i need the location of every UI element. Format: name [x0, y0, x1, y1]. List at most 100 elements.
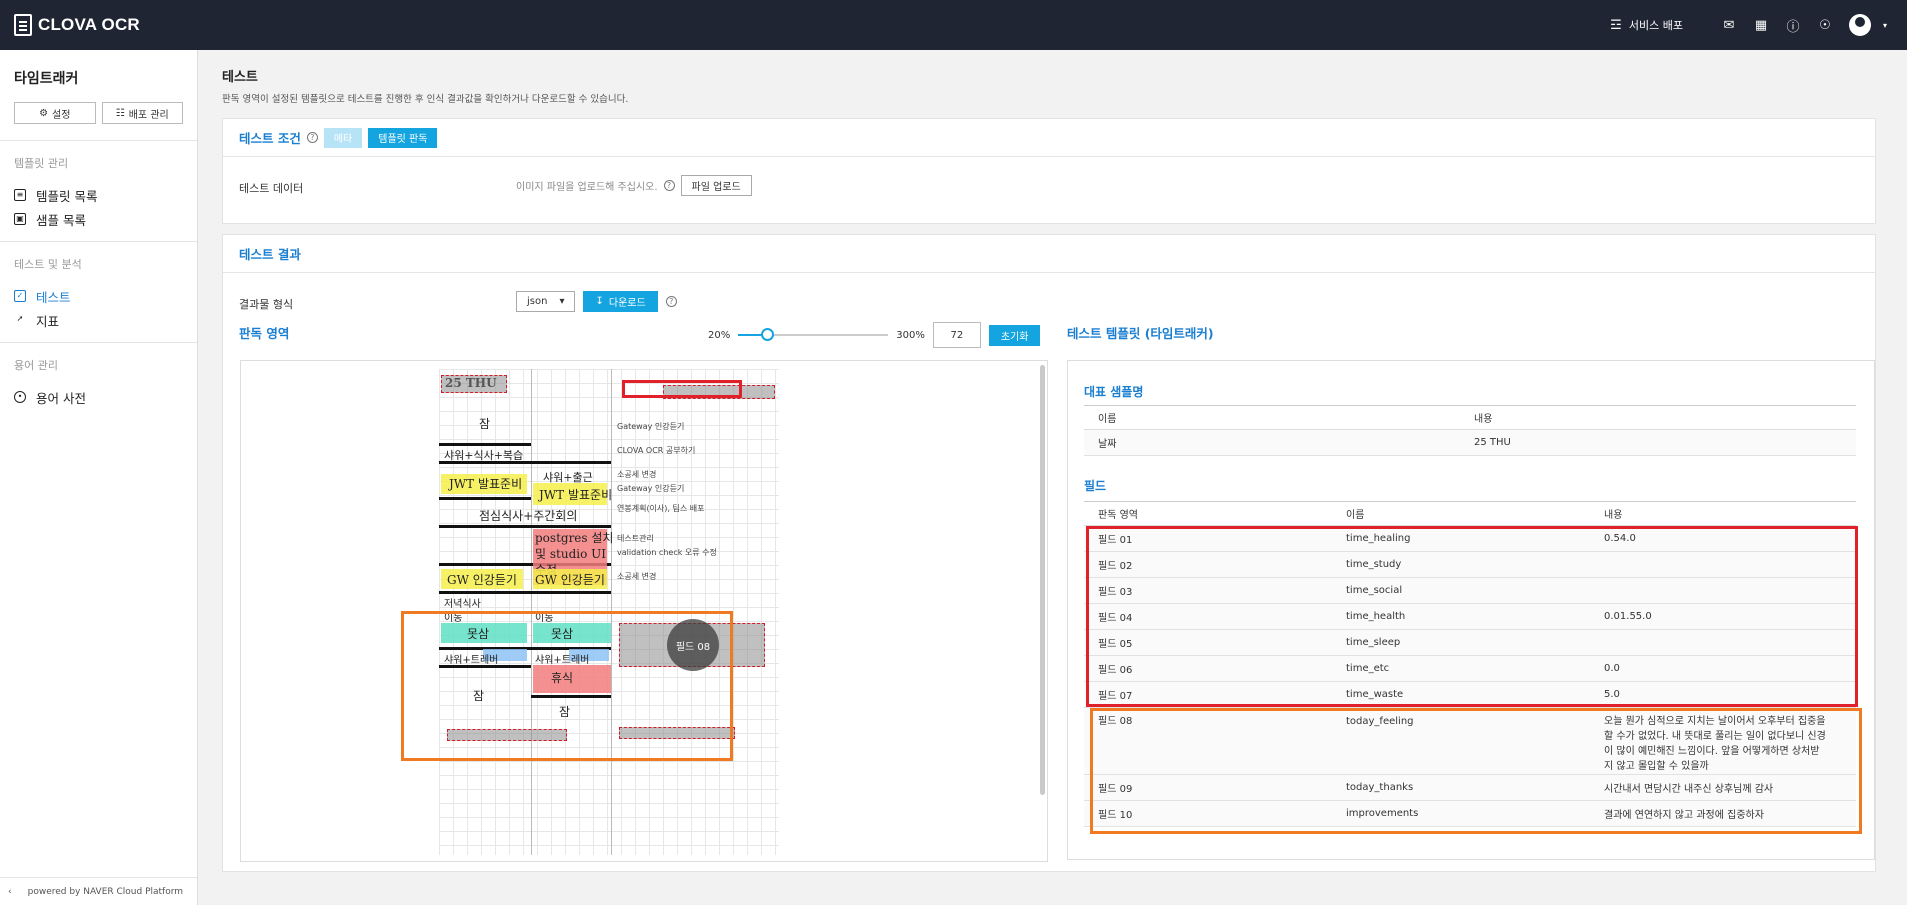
zoom-control: 20% 300% 72 초기화: [708, 322, 1041, 348]
sheet-text: GW 인강듣기: [535, 573, 605, 587]
sheet-date: 25 THU: [445, 376, 497, 390]
sheet-note: CLOVA OCR 공부하기: [617, 446, 696, 455]
brand[interactable]: CLOVA OCR: [14, 14, 140, 36]
settings-button[interactable]: ⚙ 설정: [14, 102, 96, 124]
top-bar: CLOVA OCR ☲ 서비스 배포 ✉ ▦ ⓘ ☉ ▾: [0, 0, 1907, 50]
rep-sample-title: 대표 샘플명: [1084, 385, 1144, 399]
help-icon[interactable]: ?: [663, 180, 675, 191]
download-icon: ↧: [595, 296, 604, 307]
sheet-text: 잠: [479, 417, 491, 431]
sidebar-item-label: 지표: [36, 313, 60, 329]
gear-icon: ⚙: [39, 107, 49, 119]
red-fields-highlight: [1086, 526, 1858, 707]
sidebar-item-test[interactable]: ✓ 테스트: [14, 284, 183, 308]
sidebar-section-test: 테스트 및 분석 ✓ 테스트 ➚ 지표: [0, 242, 197, 343]
sidebar-section-title: 용어 관리: [14, 359, 58, 372]
service-deploy-button[interactable]: ☲ 서비스 배포: [1608, 17, 1683, 33]
upload-hint: 이미지 파일을 업로드해 주십시오.: [516, 182, 658, 193]
calendar-icon[interactable]: ▦: [1753, 17, 1769, 33]
fields-title: 필드: [1084, 479, 1107, 493]
sheet-note: 소공세 변경: [617, 470, 657, 479]
sheet-text: 저녁식사: [444, 599, 481, 610]
sidebar-item-label: 테스트: [36, 289, 71, 305]
service-deploy-label: 서비스 배포: [1628, 19, 1683, 32]
help-icon[interactable]: ?: [665, 296, 677, 307]
sheet-note: Gateway 인강듣기: [617, 484, 685, 493]
chat-icon[interactable]: ✉: [1721, 17, 1737, 33]
list-icon: ≡: [14, 189, 26, 201]
general-mode-tab[interactable]: 메타: [323, 127, 363, 148]
sidebar-item-template-list[interactable]: ≡ 템플릿 목록: [14, 183, 183, 207]
table-cell: 25 THU: [1460, 429, 1856, 456]
sidebar-item-label: 용어 사전: [36, 390, 86, 406]
sidebar-section-title: 테스트 및 분석: [14, 258, 82, 271]
table-cell: 날짜: [1084, 429, 1460, 456]
template-mode-tab[interactable]: 템플릿 판독: [368, 127, 438, 148]
sheet-text: 점심식사+주간회의: [479, 509, 578, 523]
preview-scrollbar[interactable]: [1040, 365, 1045, 795]
reset-button[interactable]: 초기화: [988, 324, 1041, 346]
table-row: 날짜 25 THU: [1084, 429, 1856, 456]
orange-highlight-box: [401, 611, 733, 761]
sheet-note: 소공세 변경: [617, 572, 657, 581]
settings-button-label: 설정: [52, 109, 71, 121]
powered-by-text: powered by NAVER Cloud Platform: [27, 886, 184, 897]
zoom-max-label: 300%: [896, 329, 925, 341]
zoom-slider[interactable]: [738, 328, 889, 341]
column-header: 판독 영역: [1084, 501, 1332, 526]
sidebar-section-terms: 용어 관리 • 용어 사전: [0, 343, 197, 419]
test-template-title: 테스트 템플릿 (타임트래커): [1067, 326, 1214, 341]
brand-name: CLOVA OCR: [38, 15, 140, 34]
column-header: 이름: [1084, 405, 1460, 430]
deploy-icon: ☷: [115, 107, 125, 119]
sheet-text: JWT 발표준비: [539, 488, 613, 502]
red-highlight-box: [622, 380, 742, 398]
sheet-text: 및 studio UI: [535, 547, 606, 561]
image-icon: ▣: [14, 213, 26, 225]
test-template-panel: 대표 샘플명 이름 내용 날짜 25 THU 필드 판독 영역 이름 내용 필드: [1067, 360, 1875, 860]
result-format-label: 결과물 형식: [239, 298, 294, 311]
test-condition-title: 테스트 조건: [239, 131, 301, 146]
sidebar-item-sample-list[interactable]: ▣ 샘플 목록: [14, 207, 183, 231]
chevron-down-icon[interactable]: ▾: [1877, 17, 1893, 33]
sidebar-item-metrics[interactable]: ➚ 지표: [14, 308, 183, 332]
main-content: 테스트 판독 영역이 설정된 템플릿으로 테스트를 진행한 후 인식 결과값을 …: [222, 66, 1876, 872]
test-result-panel: 테스트 결과 결과물 형식 json ▾ ↧ 다운로드 ? 판독 영역 20% …: [222, 234, 1876, 872]
info-icon[interactable]: ⓘ: [1785, 17, 1801, 35]
read-area-title: 판독 영역: [239, 326, 290, 341]
column-header: 내용: [1590, 501, 1856, 526]
help-icon[interactable]: ?: [306, 132, 318, 143]
column-header: 이름: [1332, 501, 1590, 526]
format-select[interactable]: json ▾: [516, 291, 576, 312]
caret-down-icon: ▾: [559, 296, 565, 307]
sheet-note: validation check 오류 수정: [617, 548, 717, 557]
chevron-left-icon[interactable]: ‹: [8, 887, 12, 897]
sheet-text: GW 인강듣기: [447, 573, 517, 587]
file-upload-button[interactable]: 파일 업로드: [680, 175, 752, 196]
zoom-input[interactable]: 72: [932, 322, 981, 348]
rep-sample-table: 이름 내용 날짜 25 THU: [1084, 405, 1856, 456]
download-button[interactable]: ↧ 다운로드: [583, 291, 658, 312]
globe-icon[interactable]: ☉: [1817, 17, 1833, 33]
sidebar: 타임트래커 ⚙ 설정 ☷ 배포 관리 템플릿 관리 ≡ 템플릿 목록 ▣ 샘플 …: [0, 50, 198, 905]
hierarchy-icon: ☲: [1610, 17, 1622, 33]
check-file-icon: ✓: [14, 290, 26, 302]
sidebar-title: 타임트래커: [14, 71, 79, 87]
sidebar-section-title: 템플릿 관리: [14, 157, 69, 170]
target-icon: •: [14, 391, 26, 403]
read-area-preview[interactable]: 25 THU 잠 샤워+식사+복습 JWT 발표준비 점심식사+주간회의 GW …: [240, 360, 1048, 862]
sheet-text: JWT 발표준비: [449, 477, 523, 491]
download-label: 다운로드: [608, 298, 646, 309]
test-result-title: 테스트 결과: [239, 247, 301, 262]
chart-line-icon: ➚: [16, 314, 24, 323]
sidebar-item-dictionary[interactable]: • 용어 사전: [14, 385, 183, 409]
avatar[interactable]: [1849, 14, 1871, 36]
sheet-note: Gateway 인강듣기: [617, 422, 685, 431]
sheet-text: postgres 설치: [535, 531, 614, 545]
deploy-manage-button[interactable]: ☷ 배포 관리: [101, 102, 183, 124]
test-condition-panel: 테스트 조건 ? 메타 템플릿 판독 테스트 데이터 이미지 파일을 업로드해 …: [222, 118, 1876, 224]
page-title: 테스트: [222, 70, 258, 85]
orange-fields-highlight: [1090, 708, 1862, 834]
document-logo-icon: [14, 14, 32, 36]
zoom-slider-knob[interactable]: [760, 328, 774, 341]
